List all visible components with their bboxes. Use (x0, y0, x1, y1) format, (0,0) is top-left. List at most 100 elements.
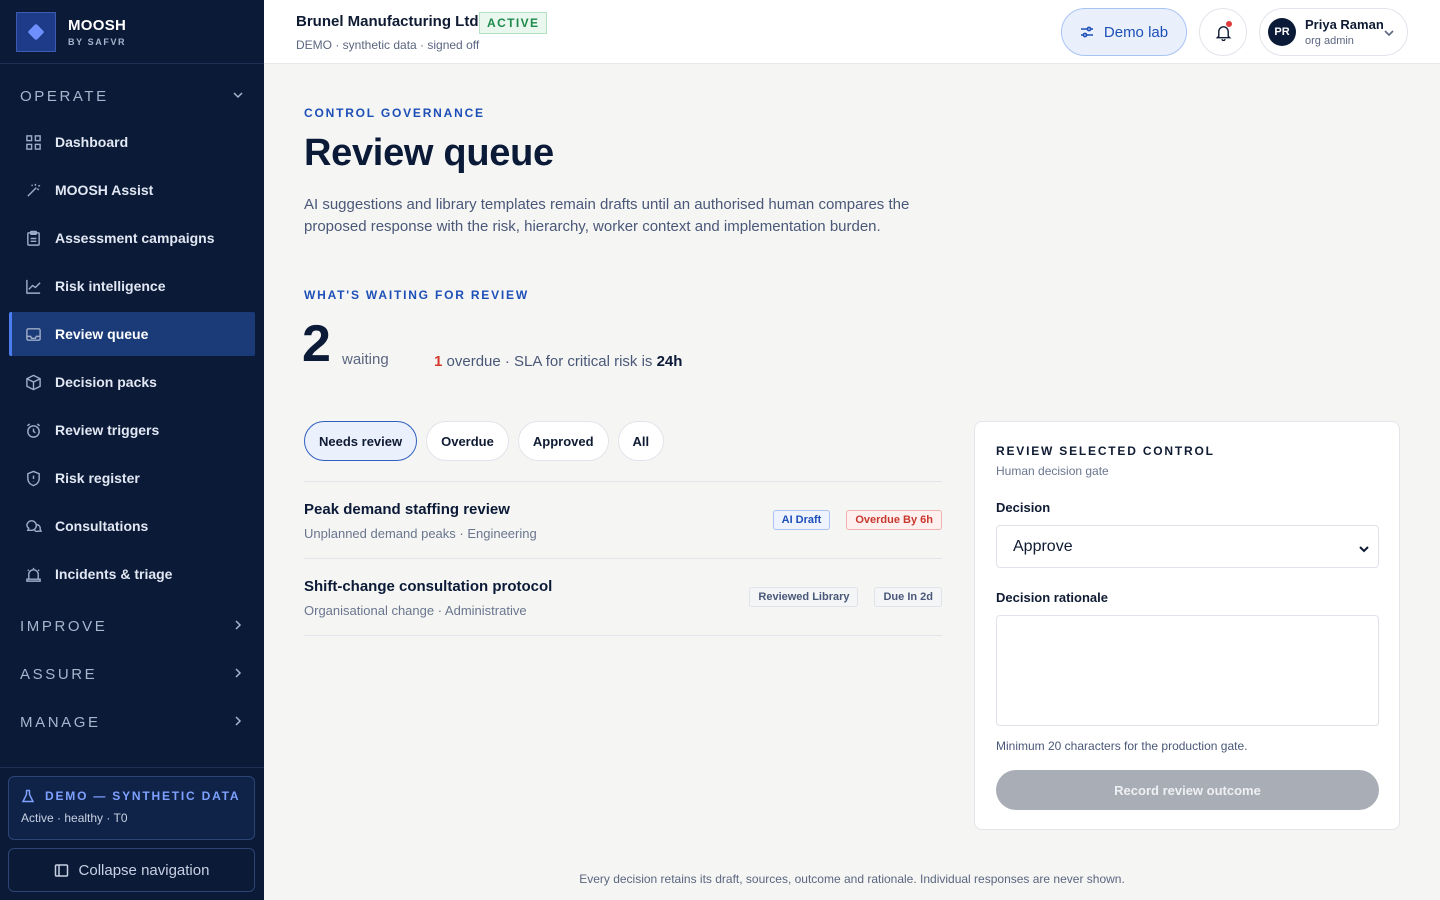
reviewed-library-badge: Reviewed Library (749, 587, 859, 607)
magic-wand-icon (24, 181, 42, 199)
chevron-right-icon (232, 667, 244, 682)
brand-sub: BY SAFVR (68, 36, 127, 47)
top-header: Brunel Manufacturing Ltd ACTIVE DEMO · s… (264, 0, 1440, 64)
section-operate-label: OPERATE (20, 87, 109, 105)
ai-draft-badge: AI Draft (772, 510, 831, 530)
section-manage[interactable]: MANAGE (0, 698, 264, 746)
filter-overdue[interactable]: Overdue (426, 421, 509, 461)
filter-all[interactable]: All (617, 421, 665, 461)
sla-value: 24h (656, 353, 683, 370)
inbox-icon (24, 325, 42, 343)
clipboard-icon (24, 229, 42, 247)
section-assure[interactable]: ASSURE (0, 650, 264, 698)
demo-lab-button[interactable]: Demo lab (1061, 8, 1187, 56)
sidebar-item-dashboard[interactable]: Dashboard (9, 120, 255, 164)
list-item[interactable]: Shift-change consultation protocol Organ… (304, 559, 942, 636)
filter-approved[interactable]: Approved (517, 421, 609, 461)
collapse-navigation-button[interactable]: Collapse navigation (8, 848, 255, 892)
rationale-hint: Minimum 20 characters for the production… (996, 739, 1248, 753)
siren-icon (24, 565, 42, 583)
line-chart-icon (24, 277, 42, 295)
section-improve[interactable]: IMPROVE (0, 602, 264, 650)
user-role: org admin (1305, 35, 1354, 47)
sidebar-item-label: MOOSH Assist (55, 182, 154, 198)
org-name[interactable]: Brunel Manufacturing Ltd (296, 13, 479, 30)
rationale-label: Decision rationale (996, 590, 1108, 605)
list-item[interactable]: Peak demand staffing review Unplanned de… (304, 482, 942, 559)
decision-select[interactable]: Approve (996, 525, 1379, 568)
main-content: CONTROL GOVERNANCE Review queue AI sugge… (264, 64, 1440, 900)
sidebar-item-risk-intelligence[interactable]: Risk intelligence (9, 264, 255, 308)
brand-name: MOOSH (68, 16, 127, 34)
sidebar-item-review-queue[interactable]: Review queue (9, 312, 255, 356)
section-assure-label: ASSURE (20, 665, 98, 683)
item-title: Shift-change consultation protocol (304, 578, 553, 595)
item-subtitle: Unplanned demand peaks · Engineering (304, 526, 537, 541)
overdue-badge: Overdue By 6h (846, 510, 942, 530)
alarm-clock-icon (24, 421, 42, 439)
sidebar-item-label: Decision packs (55, 374, 157, 390)
brand[interactable]: MOOSH BY SAFVR (0, 0, 264, 64)
page-title: Review queue (304, 132, 554, 174)
due-badge: Due In 2d (874, 587, 942, 607)
sidebar-item-label: Risk intelligence (55, 278, 166, 294)
org-status-badge: ACTIVE (479, 12, 548, 34)
section-eyebrow: CONTROL GOVERNANCE (304, 106, 485, 120)
org-subtitle: DEMO · synthetic data · signed off (296, 38, 480, 52)
section-manage-label: MANAGE (20, 713, 101, 731)
overdue-text: overdue · SLA for critical risk is (442, 353, 657, 370)
section-improve-label: IMPROVE (20, 617, 108, 635)
sidebar-item-risk-register[interactable]: Risk register (9, 456, 255, 500)
review-panel: REVIEW SELECTED CONTROL Human decision g… (974, 421, 1400, 830)
sidebar-item-label: Review queue (55, 326, 149, 342)
panel-subtitle: Human decision gate (996, 464, 1109, 478)
waiting-count: 2 (302, 315, 331, 373)
sliders-icon (1080, 26, 1093, 38)
sidebar-divider (0, 767, 264, 768)
sidebar: MOOSH BY SAFVR OPERATE Dashboard MOOSH A… (0, 0, 264, 900)
review-list: Peak demand staffing review Unplanned de… (304, 481, 942, 636)
overdue-summary: 1 overdue · SLA for critical risk is 24h (434, 353, 682, 370)
decision-value: Approve (1013, 537, 1073, 555)
notification-dot (1226, 21, 1232, 27)
filter-needs-review[interactable]: Needs review (304, 421, 418, 461)
sidebar-item-consultations[interactable]: Consultations (9, 504, 255, 548)
flask-icon (21, 789, 35, 803)
waiting-eyebrow: WHAT'S WAITING FOR REVIEW (304, 288, 529, 302)
filter-chips: Needs review Overdue Approved All (304, 421, 665, 461)
section-operate[interactable]: OPERATE (0, 72, 264, 120)
footer-note: Every decision retains its draft, source… (579, 872, 1125, 886)
grid-icon (24, 133, 42, 151)
chevron-down-icon (1358, 542, 1370, 560)
sidebar-item-label: Assessment campaigns (55, 230, 215, 246)
chevron-right-icon (232, 619, 244, 634)
rationale-textarea[interactable] (996, 615, 1379, 726)
sidebar-item-assessment-campaigns[interactable]: Assessment campaigns (9, 216, 255, 260)
sidebar-item-incidents-triage[interactable]: Incidents & triage (9, 552, 255, 596)
demo-lab-label: Demo lab (1103, 23, 1169, 41)
waiting-label: waiting (342, 351, 389, 368)
record-outcome-button[interactable]: Record review outcome (996, 770, 1379, 810)
chat-bubbles-icon (24, 517, 42, 535)
user-menu[interactable]: PR Priya Raman org admin (1259, 8, 1408, 56)
shield-icon (24, 469, 42, 487)
sidebar-item-review-triggers[interactable]: Review triggers (9, 408, 255, 452)
chevron-down-icon (1383, 26, 1395, 44)
demo-status-card[interactable]: DEMO — SYNTHETIC DATA Active · healthy ·… (8, 776, 255, 840)
page-description: AI suggestions and library templates rem… (304, 196, 910, 235)
sidebar-item-label: Review triggers (55, 422, 160, 438)
sidebar-item-decision-packs[interactable]: Decision packs (9, 360, 255, 404)
avatar: PR (1268, 18, 1296, 46)
notifications-button[interactable] (1199, 8, 1247, 56)
demo-title: DEMO — SYNTHETIC DATA (45, 789, 241, 803)
sidebar-panel-icon (54, 863, 68, 877)
package-icon (24, 373, 42, 391)
chevron-right-icon (232, 715, 244, 730)
sidebar-item-label: Risk register (55, 470, 140, 486)
chevron-down-icon (232, 89, 244, 104)
brand-logo-icon (16, 11, 56, 52)
item-title: Peak demand staffing review (304, 501, 510, 518)
sidebar-item-moosh-assist[interactable]: MOOSH Assist (9, 168, 255, 212)
panel-title: REVIEW SELECTED CONTROL (996, 444, 1215, 458)
sidebar-item-label: Incidents & triage (55, 566, 173, 582)
